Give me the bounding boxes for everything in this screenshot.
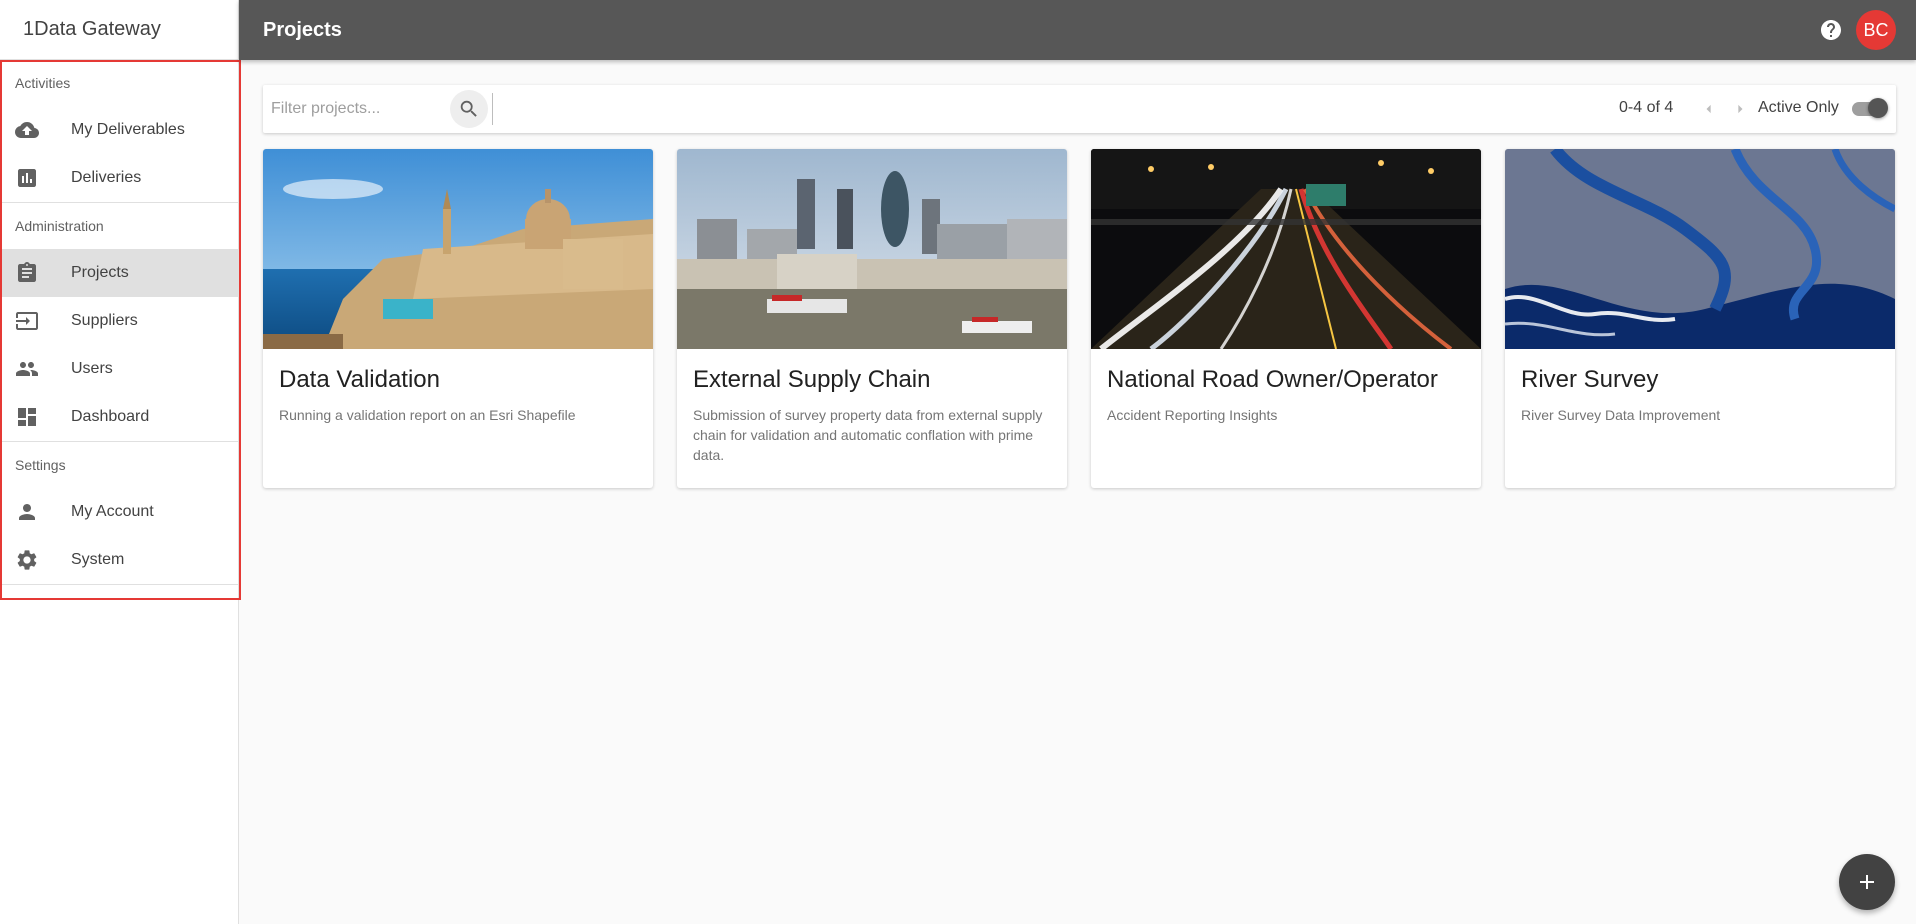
nav-item-system[interactable]: System: [0, 536, 238, 584]
nav-label: Suppliers: [71, 312, 138, 329]
search-button[interactable]: [450, 90, 488, 128]
card-description: Accident Reporting Insights: [1107, 407, 1278, 423]
nav-label: Users: [71, 360, 113, 377]
search-icon: [460, 100, 477, 117]
nav-item-my-account[interactable]: My Account: [0, 488, 238, 536]
project-card-river-survey[interactable]: River Survey River Survey Data Improveme…: [1505, 149, 1895, 488]
card-description: Running a validation report on an Esri S…: [279, 407, 576, 423]
divider: [492, 93, 493, 125]
plus-icon: [1860, 875, 1874, 889]
previous-page-button[interactable]: [1697, 97, 1721, 121]
help-circle-icon[interactable]: [1819, 18, 1843, 42]
gear-icon: [15, 548, 39, 572]
card-title: Data Validation: [279, 366, 440, 393]
river-aerial-photo: [1505, 149, 1895, 349]
next-page-button[interactable]: [1728, 97, 1752, 121]
cloud-upload-icon: [15, 118, 39, 142]
dashboard-icon: [15, 405, 39, 429]
toggle-thumb: [1868, 98, 1888, 118]
app-header: Projects BC: [239, 0, 1916, 60]
chevron-left-icon: [1706, 104, 1711, 114]
page-title: Projects: [263, 18, 342, 41]
sidebar: 1Data Gateway Activities My Deliverables…: [0, 0, 239, 924]
city-skyline-photo: [677, 149, 1067, 349]
avatar[interactable]: BC: [1856, 10, 1896, 50]
people-icon: [15, 357, 39, 381]
section-header-administration: Administration: [15, 218, 104, 234]
card-description: Submission of survey property data from …: [693, 407, 1043, 463]
card-description: River Survey Data Improvement: [1521, 407, 1721, 423]
add-project-button[interactable]: [1839, 854, 1895, 910]
active-only-toggle[interactable]: [1852, 98, 1888, 118]
highway-night-photo: [1091, 149, 1481, 349]
pagination-range: 0-4 of 4: [1619, 99, 1674, 116]
bar-chart-icon: [15, 166, 39, 190]
clipboard-icon: [15, 261, 39, 285]
nav-item-users[interactable]: Users: [0, 345, 238, 393]
divider: [0, 584, 238, 585]
card-title: River Survey: [1521, 366, 1659, 393]
project-card-national-road-owner-operator[interactable]: National Road Owner/Operator Accident Re…: [1091, 149, 1481, 488]
card-title: National Road Owner/Operator: [1107, 366, 1438, 393]
input-icon: [15, 309, 39, 333]
nav-label: My Deliverables: [71, 121, 185, 138]
nav-item-dashboard[interactable]: Dashboard: [0, 393, 238, 441]
app-title: 1Data Gateway: [0, 0, 238, 60]
project-card-data-validation[interactable]: Data Validation Running a validation rep…: [263, 149, 653, 488]
nav-label: System: [71, 551, 125, 568]
active-only-label: Active Only: [1758, 99, 1839, 116]
section-header-activities: Activities: [15, 75, 71, 91]
nav-label: Dashboard: [71, 408, 150, 425]
nav-item-deliveries[interactable]: Deliveries: [0, 154, 238, 202]
nav-label: Projects: [71, 264, 129, 281]
nav-item-suppliers[interactable]: Suppliers: [0, 297, 238, 345]
nav-item-projects[interactable]: Projects: [0, 249, 238, 297]
project-card-external-supply-chain[interactable]: External Supply Chain Submission of surv…: [677, 149, 1067, 488]
person-icon: [15, 500, 39, 524]
nav-item-my-deliverables[interactable]: My Deliverables: [0, 106, 238, 154]
filter-toolbar: 0-4 of 4 Active Only: [263, 85, 1896, 133]
card-title: External Supply Chain: [693, 366, 931, 393]
chevron-right-icon: [1738, 104, 1743, 114]
harbor-city-photo: [263, 149, 653, 349]
nav-label: My Account: [71, 503, 154, 520]
project-grid: Data Validation Running a validation rep…: [263, 149, 1896, 488]
section-header-settings: Settings: [15, 457, 66, 473]
nav-label: Deliveries: [71, 169, 142, 186]
filter-input[interactable]: [271, 93, 446, 125]
